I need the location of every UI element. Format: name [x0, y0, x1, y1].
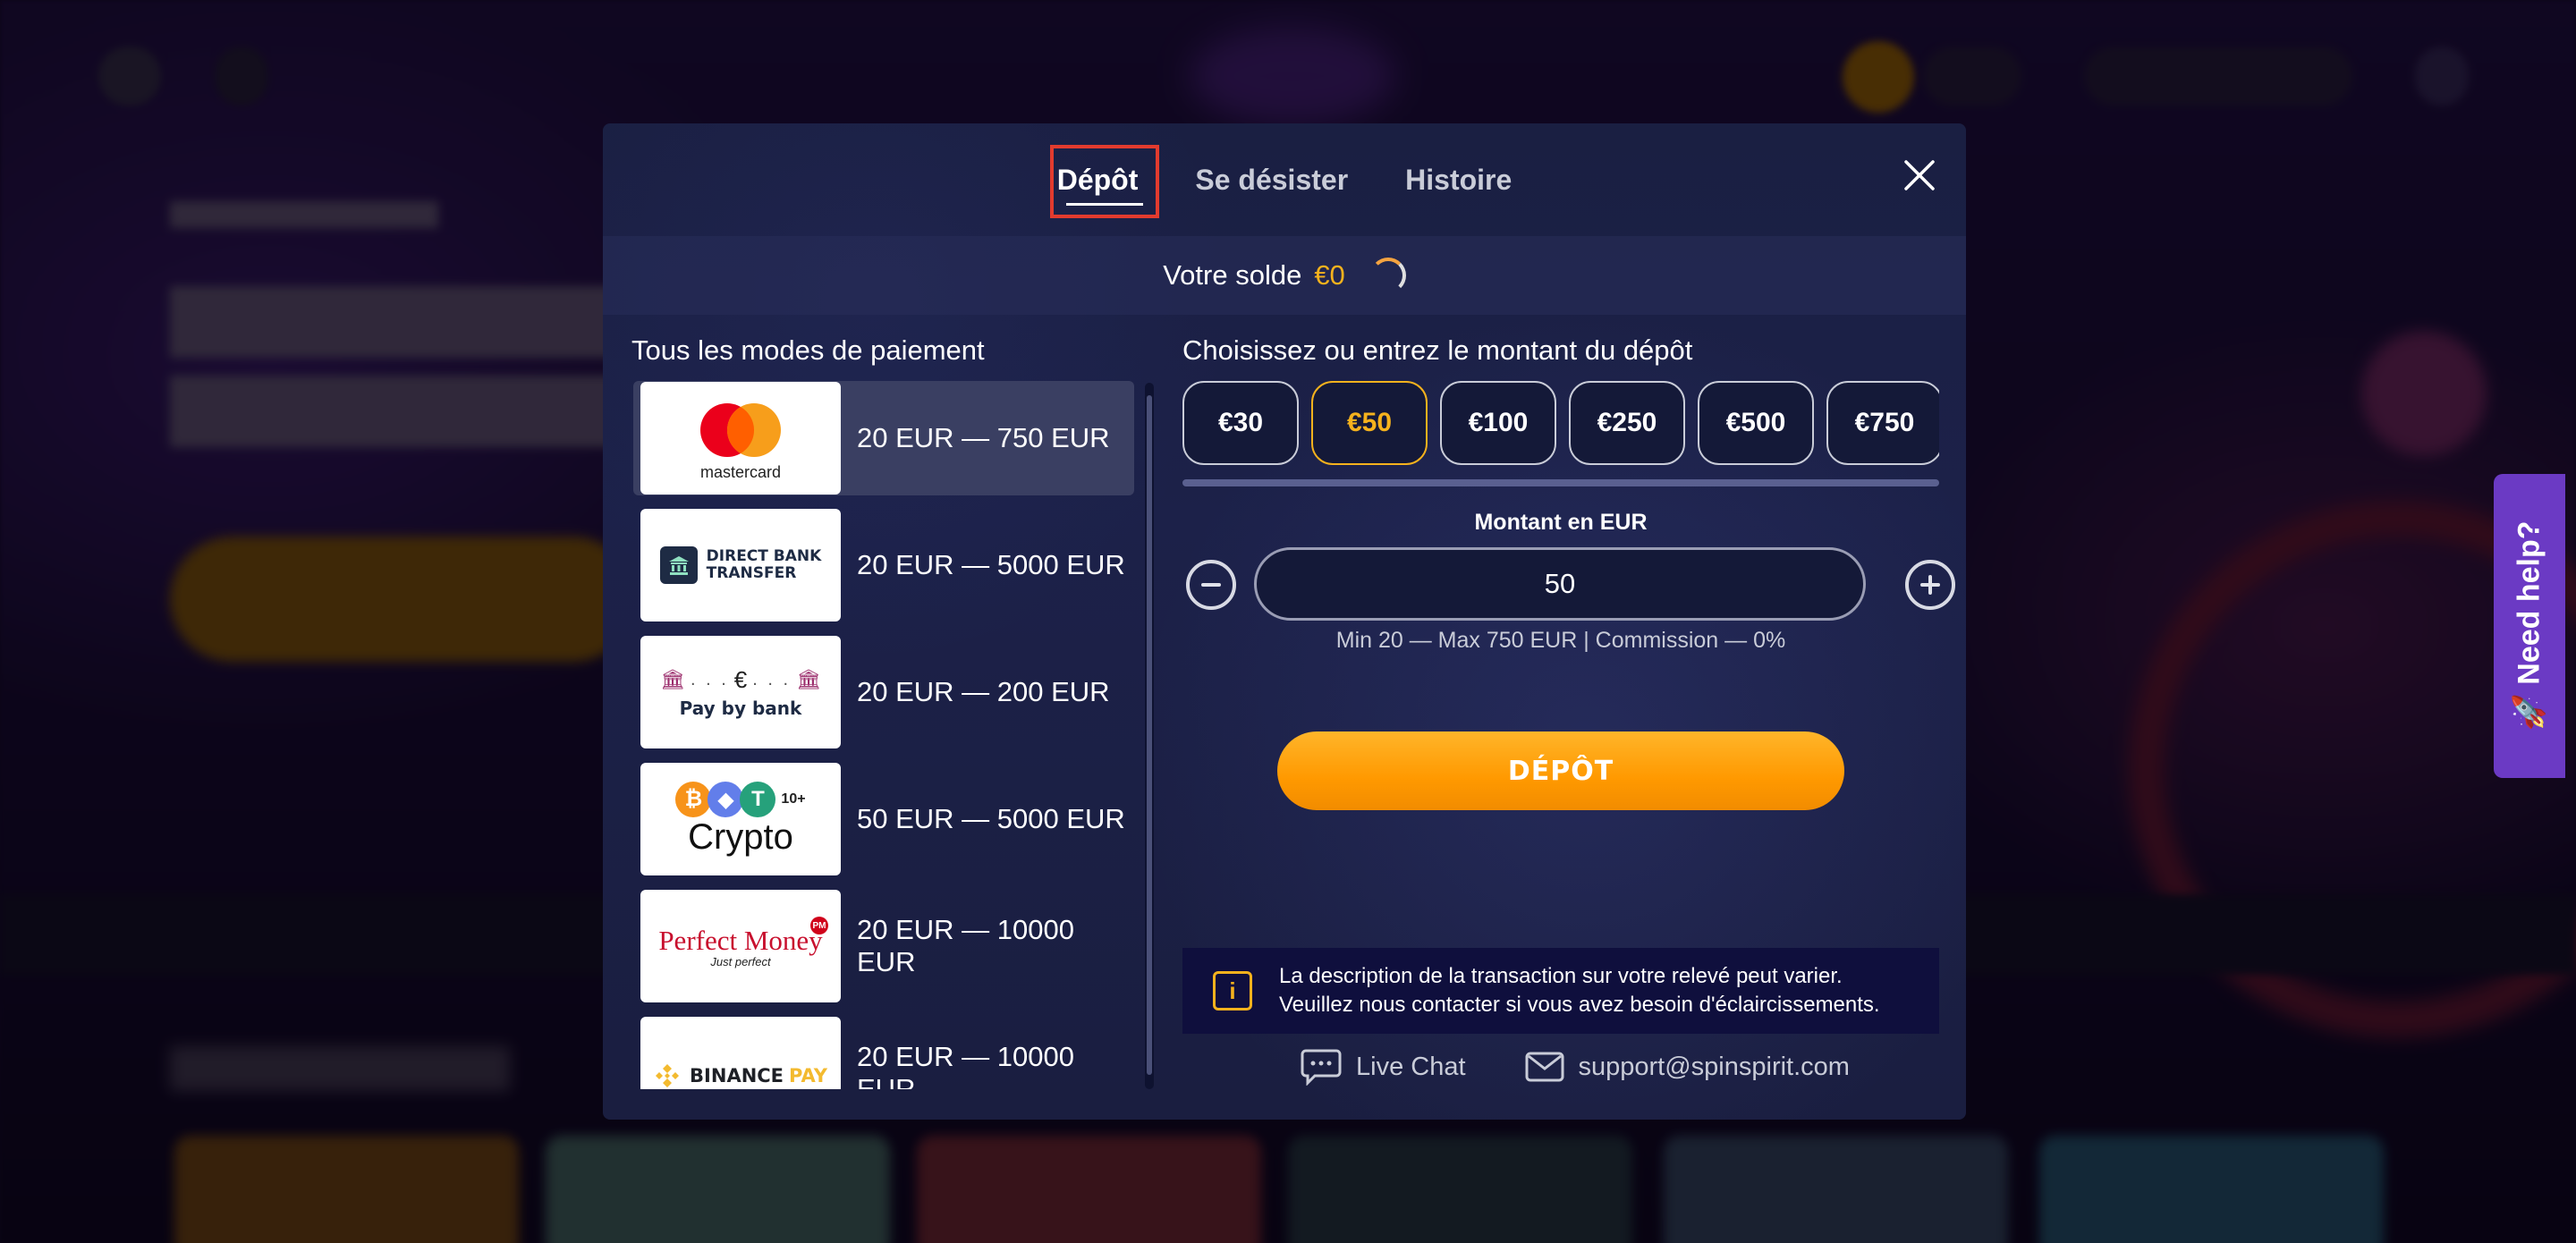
- payment-range: 20 EUR — 10000 EUR: [857, 1041, 1074, 1089]
- info-notice: i La description de la transaction sur v…: [1182, 948, 1939, 1034]
- plus-icon: [1920, 575, 1940, 595]
- balance-label: Votre solde: [1163, 259, 1302, 291]
- dots-decoration: . . .: [752, 669, 792, 689]
- binance-pay-logo: BINANCE PAY: [640, 1017, 841, 1089]
- modal-tabs: Dépôt Se désister Histoire: [603, 123, 1966, 236]
- bank-icon: 🏛: [660, 668, 685, 690]
- decrease-amount-button[interactable]: [1186, 560, 1236, 610]
- increase-amount-button[interactable]: [1905, 560, 1955, 610]
- payment-method-mastercard[interactable]: mastercard 20 EUR — 750 EUR: [633, 381, 1134, 495]
- perfect-money-logo: PM Perfect Money Just perfect: [640, 890, 841, 1002]
- payment-methods-list: mastercard 20 EUR — 750 EUR DIRECT BANK …: [633, 381, 1154, 1089]
- active-tab-underline: [1066, 203, 1143, 206]
- amount-title: Choisissez ou entrez le montant du dépôt: [1182, 334, 1693, 366]
- active-tab-highlight: [1050, 145, 1159, 218]
- need-help-label: 🚀 Need help?: [2512, 520, 2546, 731]
- deposit-button[interactable]: DÉPÔT: [1277, 731, 1844, 810]
- info-icon: i: [1213, 971, 1252, 1010]
- pay-logo-text: PAY: [789, 1065, 827, 1087]
- direct-bank-transfer-logo: DIRECT BANK TRANSFER: [640, 509, 841, 622]
- payment-method-crypto[interactable]: ₿ ◆ T 10+ Crypto 50 EUR — 5000 EUR: [633, 762, 1134, 876]
- tab-histoire[interactable]: Histoire: [1377, 164, 1540, 197]
- binance-logo-text: BINANCE: [690, 1065, 784, 1087]
- need-help-button[interactable]: 🚀 Need help?: [2494, 474, 2565, 778]
- mastercard-logo: mastercard: [640, 382, 841, 495]
- mastercard-logo-text: mastercard: [699, 463, 782, 481]
- amount-option-selected[interactable]: €50: [1311, 381, 1428, 465]
- transfer-logo-text: TRANSFER: [706, 564, 797, 582]
- info-text-line-2: Veuillez nous contacter si vous avez bes…: [1279, 993, 1880, 1017]
- payment-range: 20 EUR — 750 EUR: [857, 422, 1110, 453]
- balance-value: €0: [1314, 259, 1345, 291]
- crypto-logo: ₿ ◆ T 10+ Crypto: [640, 763, 841, 875]
- bitcoin-icon: ₿: [675, 782, 712, 817]
- euro-symbol: €: [733, 665, 748, 693]
- payment-methods-title: Tous les modes de paiement: [631, 334, 985, 366]
- dots-decoration: . . .: [690, 669, 729, 689]
- amounts-scrollbar[interactable]: [1182, 479, 1939, 486]
- refresh-balance-icon[interactable]: [1369, 258, 1406, 293]
- pay-by-bank-logo-text: Pay by bank: [679, 697, 802, 719]
- support-email-label: support@spinspirit.com: [1578, 1052, 1850, 1081]
- direct-bank-logo-text: DIRECT BANK: [706, 547, 822, 565]
- mail-icon: [1525, 1052, 1564, 1082]
- perfect-money-tagline: Just perfect: [710, 954, 771, 968]
- amount-field-label: Montant en EUR: [1474, 510, 1648, 535]
- binance-icon: [656, 1064, 680, 1087]
- bank-icon: [659, 546, 698, 584]
- payment-method-direct-bank-transfer[interactable]: DIRECT BANK TRANSFER 20 EUR — 5000 EUR: [633, 508, 1134, 622]
- perfect-money-logo-text: Perfect Money: [658, 924, 823, 956]
- bank-icon: 🏛: [796, 668, 821, 690]
- crypto-logo-text: Crypto: [688, 817, 793, 857]
- tether-icon: T: [740, 782, 776, 817]
- support-contacts: Live Chat support@spinspirit.com: [1301, 1048, 1850, 1086]
- payment-list-scrollbar-thumb[interactable]: [1147, 395, 1152, 1075]
- deposit-modal: Dépôt Se désister Histoire Votre solde €…: [603, 123, 1966, 1120]
- live-chat-label: Live Chat: [1356, 1052, 1466, 1081]
- amount-option[interactable]: €250: [1569, 381, 1685, 465]
- ethereum-icon: ◆: [708, 782, 744, 817]
- payment-range: 20 EUR — 5000 EUR: [857, 549, 1125, 580]
- payment-range: 50 EUR — 5000 EUR: [857, 803, 1125, 834]
- payment-range: 20 EUR — 10000 EUR: [857, 914, 1074, 977]
- amount-option[interactable]: €750: [1826, 381, 1939, 465]
- minus-icon: [1201, 583, 1221, 587]
- payment-method-pay-by-bank[interactable]: 🏛 . . . € . . . 🏛 Pay by bank 20 EUR — 2…: [633, 635, 1134, 749]
- amount-input[interactable]: [1254, 547, 1866, 621]
- amount-option[interactable]: €30: [1182, 381, 1299, 465]
- amount-option[interactable]: €500: [1698, 381, 1814, 465]
- pay-by-bank-logo: 🏛 . . . € . . . 🏛 Pay by bank: [640, 636, 841, 748]
- balance-bar: Votre solde €0: [603, 236, 1966, 315]
- info-text-line-1: La description de la transaction sur vot…: [1279, 964, 1843, 988]
- amount-option[interactable]: €100: [1440, 381, 1556, 465]
- payment-range: 20 EUR — 200 EUR: [857, 676, 1110, 707]
- pm-badge-icon: PM: [810, 917, 828, 934]
- close-button[interactable]: [1898, 154, 1941, 197]
- crypto-count-badge: 10+: [781, 791, 806, 807]
- amount-limits-hint: Min 20 — Max 750 EUR | Commission — 0%: [1335, 628, 1786, 653]
- support-email-link[interactable]: support@spinspirit.com: [1525, 1052, 1850, 1082]
- tab-se-desister[interactable]: Se désister: [1166, 164, 1377, 197]
- preset-amounts: €30 €50 €100 €250 €500 €750: [1182, 381, 1939, 467]
- live-chat-link[interactable]: Live Chat: [1301, 1048, 1466, 1086]
- close-icon: [1904, 160, 1935, 190]
- payment-method-binance-pay[interactable]: BINANCE PAY 20 EUR — 10000 EUR: [633, 1016, 1134, 1089]
- chat-bubble-icon: [1301, 1049, 1342, 1086]
- payment-method-perfect-money[interactable]: PM Perfect Money Just perfect 20 EUR — 1…: [633, 889, 1134, 1003]
- info-text: La description de la transaction sur vot…: [1279, 962, 1880, 1019]
